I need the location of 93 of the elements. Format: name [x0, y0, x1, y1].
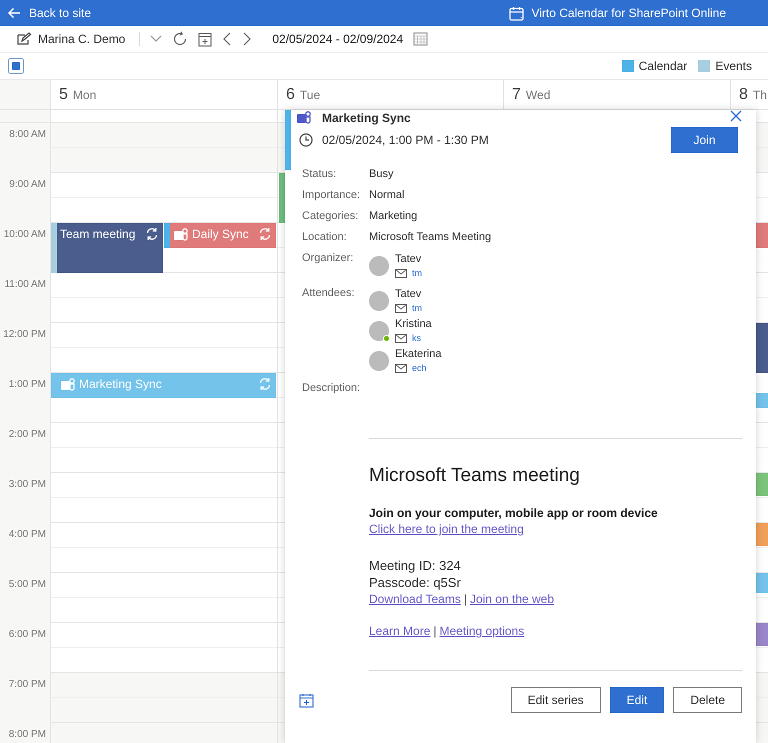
- time-label: 3:00 PM: [8, 479, 46, 490]
- day-number: 5: [59, 86, 68, 104]
- field-value: Normal: [369, 189, 406, 201]
- email-link[interactable]: ks: [412, 333, 421, 343]
- edit-icon: [16, 32, 32, 46]
- off-hours-slot[interactable]: [51, 673, 277, 723]
- passcode: Passcode: q5Sr: [369, 575, 462, 590]
- meeting-link[interactable]: Meeting options: [440, 624, 524, 638]
- email-link[interactable]: tm: [412, 303, 422, 313]
- field-label: Organizer:: [302, 252, 354, 266]
- time-label: 9:00 AM: [9, 179, 46, 190]
- field-label: Importance:: [302, 189, 362, 203]
- date-range: 02/05/2024 - 02/09/2024: [272, 32, 404, 46]
- time-label: 5:00 PM: [8, 579, 46, 590]
- mail-icon: [395, 268, 407, 278]
- field-value: Busy: [369, 168, 394, 180]
- time-label: 8:00 PM: [8, 729, 46, 740]
- add-to-calendar-icon[interactable]: [299, 692, 314, 708]
- field-label: Location:: [302, 231, 348, 245]
- meeting-heading: Microsoft Teams meeting: [369, 465, 581, 487]
- off-hours-slot[interactable]: [51, 123, 277, 173]
- event-block[interactable]: [756, 223, 768, 248]
- time-label: 11:00 AM: [4, 279, 46, 290]
- view-toggle-icon[interactable]: [8, 58, 24, 74]
- user-button[interactable]: Marina C. Demo: [16, 32, 126, 46]
- meeting-id: Meeting ID: 324: [369, 558, 462, 573]
- day-number: 7: [512, 86, 521, 104]
- time-label: 1:00 PM: [8, 379, 46, 390]
- teams-icon: [296, 110, 313, 126]
- person-name: Kristina: [395, 317, 432, 331]
- event-block[interactable]: [756, 393, 768, 408]
- date-picker-icon[interactable]: [413, 32, 428, 46]
- time-label: 10:00 AM: [4, 229, 46, 240]
- back-arrow-icon: [7, 7, 21, 19]
- mail-icon: [395, 364, 407, 372]
- event-block[interactable]: [756, 323, 768, 373]
- previous-icon[interactable]: [222, 32, 232, 46]
- today-icon[interactable]: [198, 32, 212, 46]
- join-button[interactable]: Join: [671, 127, 738, 153]
- calendar-icon: [509, 6, 524, 20]
- person-name: Tatev: [395, 252, 422, 266]
- field-value: Microsoft Teams Meeting: [369, 231, 492, 243]
- mail-icon: [395, 304, 407, 312]
- day-name: Mon: [72, 88, 96, 102]
- email-link[interactable]: ech: [412, 363, 427, 373]
- day-number: 8: [739, 86, 748, 104]
- event-block[interactable]: [756, 473, 768, 496]
- field-label: Status:: [302, 168, 338, 182]
- meeting-link[interactable]: Learn More: [369, 624, 430, 638]
- person-name: Ekaterina: [395, 347, 442, 361]
- event-time: 02/05/2024, 1:00 PM - 1:30 PM: [322, 133, 490, 147]
- field-label: Attendees:: [302, 287, 356, 301]
- time-label: 4:00 PM: [8, 529, 46, 540]
- time-label: 12:00 PM: [3, 329, 46, 340]
- event-block[interactable]: Daily Sync: [164, 223, 276, 248]
- meeting-link[interactable]: Download Teams: [369, 592, 461, 606]
- field-label: Description:: [302, 382, 362, 396]
- person-name: Tatev: [395, 287, 422, 301]
- chevron-down-icon[interactable]: [150, 35, 162, 43]
- back-link[interactable]: Back to site: [7, 6, 92, 20]
- event-block[interactable]: Team meeting: [51, 223, 163, 273]
- refresh-icon[interactable]: [172, 31, 188, 47]
- field-label: Categories:: [302, 210, 360, 224]
- next-icon[interactable]: [242, 32, 252, 46]
- event-block[interactable]: [756, 523, 768, 546]
- time-label: 2:00 PM: [8, 429, 46, 440]
- event-block[interactable]: [756, 573, 768, 593]
- time-label: 8:00 AM: [9, 129, 46, 140]
- edit-button[interactable]: Edit: [610, 687, 664, 713]
- email-link[interactable]: tm: [412, 268, 422, 278]
- day-name: Wed: [526, 88, 550, 102]
- meeting-instructions: Join on your computer, mobile app or room device: [369, 506, 659, 520]
- app-title: Virto Calendar for SharePoint Online: [531, 6, 726, 20]
- link-separator: |: [464, 592, 467, 606]
- legend-label: Calendar: [638, 59, 688, 73]
- field-value: Marketing: [369, 210, 418, 222]
- legend-label: Events: [715, 59, 752, 73]
- event-title: Marketing Sync: [322, 111, 412, 125]
- clock-icon: [299, 133, 313, 147]
- day-name: Tue: [300, 88, 320, 102]
- event-block[interactable]: [756, 623, 768, 646]
- link-separator: |: [433, 624, 436, 638]
- day-name: Th: [752, 88, 767, 102]
- event-color-bar: [285, 110, 291, 170]
- time-label: 6:00 PM: [8, 629, 46, 640]
- action-button[interactable]: Delete: [673, 687, 742, 713]
- meeting-link[interactable]: Join on the web: [470, 592, 554, 606]
- time-label: 7:00 PM: [8, 679, 46, 690]
- join-link[interactable]: Click here to join the meeting: [369, 522, 524, 536]
- mail-icon: [395, 334, 407, 342]
- day-number: 6: [286, 86, 295, 104]
- action-button[interactable]: Edit series: [510, 687, 601, 713]
- close-icon[interactable]: [730, 110, 742, 122]
